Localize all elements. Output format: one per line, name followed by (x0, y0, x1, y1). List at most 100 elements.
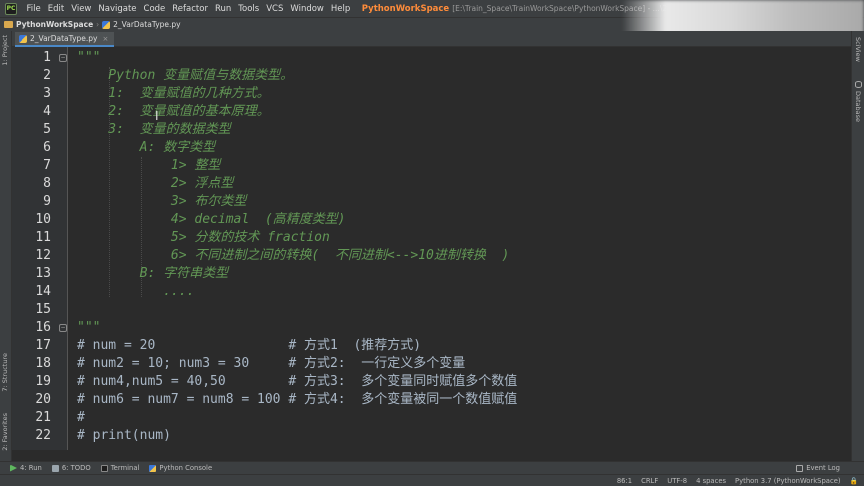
editor-tab-2-vardatatype[interactable]: 2_VarDataType.py × (15, 32, 115, 47)
tool-todo[interactable]: 6: TODO (51, 464, 91, 472)
terminal-icon (100, 464, 108, 472)
event-log[interactable]: Event Log (796, 464, 840, 472)
menu-run[interactable]: Run (211, 4, 234, 14)
tool-tab-sciview[interactable]: SciView (854, 37, 862, 62)
code-line-2[interactable]: Python 变量赋值与数据类型。 (77, 67, 293, 85)
code-line-7[interactable]: 1> 整型 (77, 157, 221, 175)
tool-run[interactable]: 4: Run (10, 464, 42, 472)
code-editor[interactable]: """ Python 变量赋值与数据类型。 1: 变量赋值的几种方式。 2: 变… (69, 47, 851, 450)
fold-marker-icon[interactable]: − (59, 324, 67, 332)
line-number: 1 (43, 50, 51, 65)
code-line-3[interactable]: 1: 变量赋值的几种方式。 (77, 85, 269, 103)
line-number: 9 (43, 194, 51, 209)
code-line-6[interactable]: A: 数字类型 (77, 139, 215, 157)
status-encoding[interactable]: UTF-8 (667, 477, 687, 485)
event-log-icon (796, 464, 804, 472)
line-number: 4 (43, 104, 51, 119)
code-line-21[interactable]: # (77, 409, 85, 427)
tool-todo-label: 6: TODO (61, 464, 91, 472)
line-number: 12 (35, 248, 51, 263)
editor-tab-label: 2_VarDataType.py (30, 34, 98, 43)
line-number: 8 (43, 176, 51, 191)
window-title-project: PythonWorkSpace (361, 3, 450, 14)
python-console-icon (149, 464, 157, 472)
line-number: 10 (35, 212, 51, 227)
status-interpreter[interactable]: Python 3.7 (PythonWorkSpace) (735, 477, 840, 485)
code-line-12[interactable]: 6> 不同进制之间的转换( 不同进制<-->10进制转换 ) (77, 247, 509, 265)
tool-tab-structure[interactable]: 7: Structure (1, 353, 9, 392)
text-cursor-icon: I (155, 109, 159, 123)
event-log-label: Event Log (806, 464, 840, 472)
menu-code[interactable]: Code (140, 4, 169, 14)
line-number-gutter: 1 2 3 4 5 6 7 8 9 10 11 12 13 14 15 16 1… (12, 47, 68, 450)
code-line-14[interactable]: .... (77, 283, 194, 301)
status-indent[interactable]: 4 spaces (696, 477, 726, 485)
menu-edit[interactable]: Edit (44, 4, 67, 14)
status-bar: 86:1 CRLF UTF-8 4 spaces Python 3.7 (Pyt… (0, 474, 864, 486)
menu-navigate[interactable]: Navigate (95, 4, 140, 14)
tool-terminal[interactable]: Terminal (100, 464, 140, 472)
line-number: 20 (35, 392, 51, 407)
line-number: 15 (35, 302, 51, 317)
fold-marker-icon[interactable]: − (59, 54, 67, 62)
tool-terminal-label: Terminal (110, 464, 140, 472)
tool-tab-favorites[interactable]: 2: Favorites (1, 413, 9, 451)
line-number: 21 (35, 410, 51, 425)
menu-tools[interactable]: Tools (235, 4, 263, 14)
line-number: 13 (35, 266, 51, 281)
line-number: 19 (35, 374, 51, 389)
code-line-13[interactable]: B: 字符串类型 (77, 265, 228, 283)
line-number: 7 (43, 158, 51, 173)
menu-view[interactable]: View (68, 4, 95, 14)
run-icon (10, 464, 17, 472)
tool-tab-project[interactable]: 1: Project (1, 35, 9, 66)
bottom-tool-bar: 4: Run 6: TODO Terminal Python Console E… (0, 461, 864, 474)
status-line-separator[interactable]: CRLF (641, 477, 658, 485)
line-number: 6 (43, 140, 51, 155)
code-line-1[interactable]: """ (77, 49, 100, 67)
code-line-11[interactable]: 5> 分数的技术 fraction (77, 229, 330, 247)
menu-refactor[interactable]: Refactor (169, 4, 212, 14)
tool-python-console[interactable]: Python Console (149, 464, 212, 472)
line-number: 16 (35, 320, 51, 335)
line-number: 22 (35, 428, 51, 443)
chevron-right-icon: › (96, 20, 100, 29)
line-number: 2 (43, 68, 51, 83)
code-line-20[interactable]: # num6 = num7 = num8 = 100 # 方式4: 多个变量被同… (77, 391, 517, 409)
editor-tab-bar: 2_VarDataType.py × (12, 31, 851, 47)
todo-icon (51, 464, 59, 472)
pycharm-logo-icon: PC (5, 2, 17, 15)
line-number: 18 (35, 356, 51, 371)
breadcrumb-file[interactable]: 2_VarDataType.py (113, 20, 180, 29)
code-line-4[interactable]: 2: 变量赋值的基本原理。 (77, 103, 269, 121)
database-icon (855, 81, 862, 88)
code-line-10[interactable]: 4> decimal (高精度类型) (77, 211, 346, 229)
close-icon[interactable]: × (102, 35, 108, 43)
menu-help[interactable]: Help (327, 4, 353, 14)
menu-window[interactable]: Window (287, 4, 328, 14)
tool-python-console-label: Python Console (159, 464, 213, 472)
python-file-icon (102, 20, 111, 29)
code-line-16[interactable]: """ (77, 319, 100, 337)
lock-icon[interactable]: 🔒 (850, 477, 858, 485)
code-line-19[interactable]: # num4,num5 = 40,50 # 方式3: 多个变量同时赋值多个数值 (77, 373, 517, 391)
breadcrumb-project[interactable]: PythonWorkSpace (16, 20, 93, 29)
tool-tab-database[interactable]: Database (854, 91, 862, 122)
code-line-17[interactable]: # num = 20 # 方式1 (推荐方式) (77, 337, 421, 355)
line-number: 5 (43, 122, 51, 137)
code-line-22[interactable]: # print(num) (77, 427, 171, 445)
line-number: 11 (35, 230, 51, 245)
right-tool-strip: SciView Database (851, 31, 864, 461)
code-line-8[interactable]: 2> 浮点型 (77, 175, 234, 193)
folder-icon (4, 21, 13, 28)
code-line-9[interactable]: 3> 布尔类型 (77, 193, 247, 211)
line-number: 3 (43, 86, 51, 101)
tool-run-label: 4: Run (20, 464, 42, 472)
menu-vcs[interactable]: VCS (263, 4, 287, 14)
line-number: 17 (35, 338, 51, 353)
code-line-18[interactable]: # num2 = 10; num3 = 30 # 方式2: 一行定义多个变量 (77, 355, 465, 373)
code-line-5[interactable]: 3: 变量的数据类型 (77, 121, 230, 139)
menu-file[interactable]: File (23, 4, 44, 14)
status-caret-position[interactable]: 86:1 (617, 477, 632, 485)
line-number: 14 (35, 284, 51, 299)
